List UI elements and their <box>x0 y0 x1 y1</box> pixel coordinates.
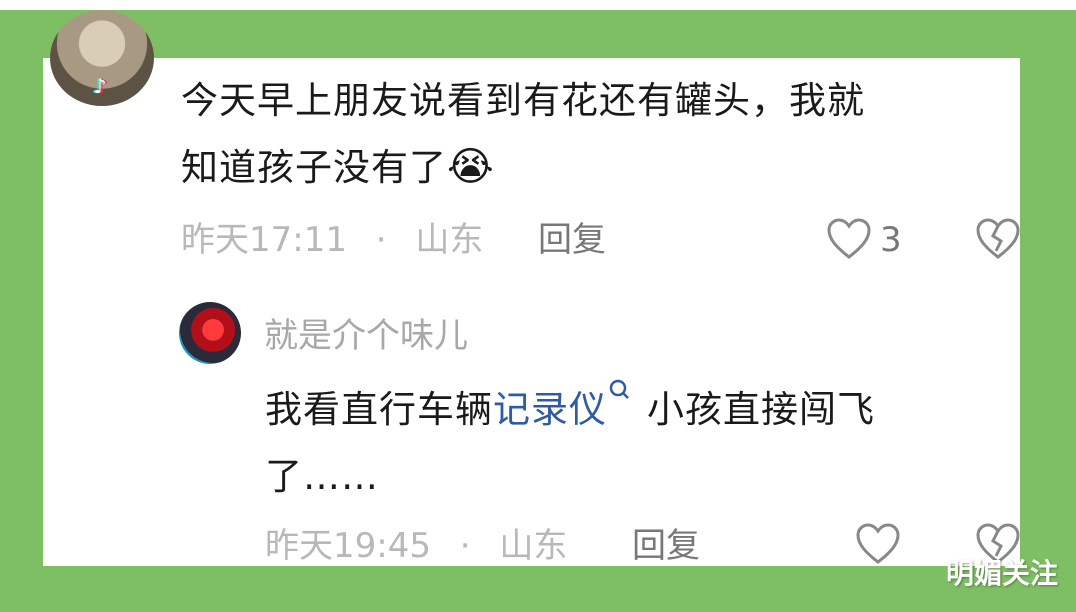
heart-icon <box>827 218 871 259</box>
reply-text: 我看直行车辆记录仪 小孩直接闯飞 <box>265 377 875 443</box>
comment-text-line2: 知道孩子没有了 <box>181 146 447 189</box>
comment-time: 昨天17:11 <box>181 220 347 260</box>
comment-meta: 昨天17:11 · 山东 <box>181 220 483 260</box>
crying-emoji-icon: 😭 <box>447 144 495 190</box>
avatar[interactable]: ♪ <box>50 10 154 106</box>
comment-text-line1: 今天早上朋友说看到有花还有罐头，我就 <box>181 79 865 122</box>
comment-text-second-line: 知道孩子没有了😭 <box>181 134 495 201</box>
broken-heart-icon <box>976 218 1020 259</box>
meta-separator: · <box>459 526 471 566</box>
reply-reply-button[interactable]: 回复 <box>632 526 700 566</box>
reply-username[interactable]: 就是介个味儿 <box>264 316 468 356</box>
comment-location: 山东 <box>415 220 484 260</box>
reply-avatar[interactable] <box>179 302 241 364</box>
meta-separator: · <box>375 220 387 260</box>
reply-text-second-line: 了…… <box>265 444 379 510</box>
comment-text: 今天早上朋友说看到有花还有罐头，我就 <box>181 68 865 134</box>
tiktok-logo-icon: ♪ <box>93 74 107 98</box>
like-count: 3 <box>880 220 902 260</box>
search-link[interactable]: 记录仪 <box>493 388 607 431</box>
reply-meta: 昨天19:45 · 山东 <box>265 526 567 566</box>
reply-text-line2: 了…… <box>265 455 379 498</box>
reply-location: 山东 <box>499 526 568 566</box>
top-strip <box>0 0 1076 10</box>
heart-icon <box>856 523 900 564</box>
reply-like-button[interactable] <box>855 522 901 566</box>
reply-text-part2: 小孩直接闯飞 <box>647 388 875 431</box>
reply-time: 昨天19:45 <box>265 526 431 566</box>
reply-text-part1: 我看直行车辆 <box>265 388 493 431</box>
search-icon[interactable] <box>607 377 633 407</box>
reply-button[interactable]: 回复 <box>538 220 606 260</box>
watermark: 明媚关注 <box>945 557 1058 590</box>
like-button[interactable] <box>826 217 872 261</box>
dislike-button[interactable] <box>975 217 1021 261</box>
